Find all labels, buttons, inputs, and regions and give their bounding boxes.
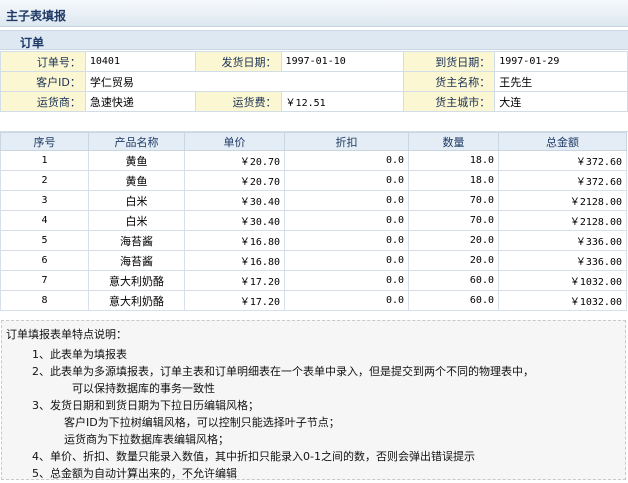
ship-city-field[interactable]: 大连 — [494, 91, 628, 112]
page-title: 主子表填报 — [6, 9, 67, 23]
customer-id-field[interactable]: 学仁贸易 — [84, 71, 405, 92]
detail-header-row: 序号 产品名称 单价 折扣 数量 总金额 — [0, 132, 627, 151]
row-no-cell: 1 — [0, 150, 89, 171]
notes-line: 3、发货日期和到货日期为下拉日历编辑风格； — [32, 399, 259, 412]
shipper-label: 运货商： — [0, 91, 86, 112]
discount-cell[interactable]: 0.0 — [284, 210, 409, 231]
col-header-product: 产品名称 — [88, 132, 185, 151]
qty-cell[interactable]: 70.0 — [408, 210, 499, 231]
order-section-title: 订单 — [20, 36, 45, 50]
row-no-cell: 4 — [0, 210, 89, 231]
qty-cell[interactable]: 18.0 — [408, 170, 499, 191]
product-cell[interactable]: 黄鱼 — [88, 150, 185, 171]
table-row: 5 海苔酱 ￥16.80 0.0 20.0 ￥336.00 — [0, 230, 627, 251]
consignee-field[interactable]: 王先生 — [494, 71, 628, 92]
row-no-cell: 5 — [0, 230, 89, 251]
table-row: 6 海苔酱 ￥16.80 0.0 20.0 ￥336.00 — [0, 250, 627, 271]
product-cell[interactable]: 意大利奶酪 — [88, 270, 185, 291]
total-cell: ￥1032.00 — [498, 270, 627, 291]
price-cell[interactable]: ￥16.80 — [184, 250, 285, 271]
arrive-date-field[interactable]: 1997-01-29 — [494, 51, 628, 72]
notes-line: 2、此表单为多源填报表，订单主表和订单明细表在一个表单中录入，但是提交到两个不同… — [32, 365, 534, 378]
notes-line: 1、此表单为填报表 — [32, 348, 127, 361]
ship-city-label: 货主城市： — [403, 91, 496, 112]
price-cell[interactable]: ￥16.80 — [184, 230, 285, 251]
product-cell[interactable]: 海苔酱 — [88, 230, 185, 251]
table-row: 1 黄鱼 ￥20.70 0.0 18.0 ￥372.60 — [0, 150, 627, 171]
discount-cell[interactable]: 0.0 — [284, 230, 409, 251]
price-cell[interactable]: ￥17.20 — [184, 290, 285, 311]
order-no-field[interactable]: 10401 — [84, 51, 196, 72]
col-header-total: 总金额 — [498, 132, 627, 151]
customer-id-label: 客户ID： — [0, 71, 86, 92]
row-no-cell: 7 — [0, 270, 89, 291]
order-form-row: 运货商： 急速快递 运货费： ￥12.51 货主城市： 大连 — [0, 91, 628, 112]
total-cell: ￥336.00 — [498, 250, 627, 271]
total-cell: ￥2128.00 — [498, 190, 627, 211]
notes-title: 订单填报表单特点说明： — [6, 328, 127, 341]
qty-cell[interactable]: 20.0 — [408, 230, 499, 251]
row-no-cell: 2 — [0, 170, 89, 191]
order-form-row: 客户ID： 学仁贸易 货主名称： 王先生 — [0, 71, 628, 92]
total-cell: ￥2128.00 — [498, 210, 627, 231]
col-header-price: 单价 — [184, 132, 285, 151]
notes-line: 可以保持数据库的事务一致性 — [72, 382, 215, 395]
discount-cell[interactable]: 0.0 — [284, 170, 409, 191]
total-cell: ￥372.60 — [498, 150, 627, 171]
ship-date-label: 发货日期： — [194, 51, 282, 72]
order-no-label: 订单号： — [0, 51, 86, 72]
row-no-cell: 8 — [0, 290, 89, 311]
product-cell[interactable]: 黄鱼 — [88, 170, 185, 191]
product-cell[interactable]: 白米 — [88, 210, 185, 231]
notes-line: 运货商为下拉数据库表编辑风格； — [64, 433, 229, 446]
product-cell[interactable]: 白米 — [88, 190, 185, 211]
notes-line: 5、总金额为自动计算出来的，不允许编辑 — [32, 467, 237, 480]
order-detail-table: 序号 产品名称 单价 折扣 数量 总金额 1 黄鱼 ￥20.70 0.0 18.… — [0, 132, 627, 311]
discount-cell[interactable]: 0.0 — [284, 270, 409, 291]
discount-cell[interactable]: 0.0 — [284, 190, 409, 211]
col-header-no: 序号 — [0, 132, 89, 151]
price-cell[interactable]: ￥30.40 — [184, 190, 285, 211]
product-cell[interactable]: 海苔酱 — [88, 250, 185, 271]
table-row: 2 黄鱼 ￥20.70 0.0 18.0 ￥372.60 — [0, 170, 627, 191]
table-row: 3 白米 ￥30.40 0.0 70.0 ￥2128.00 — [0, 190, 627, 211]
qty-cell[interactable]: 18.0 — [408, 150, 499, 171]
col-header-discount: 折扣 — [284, 132, 409, 151]
shipper-field[interactable]: 急速快递 — [84, 91, 196, 112]
row-no-cell: 3 — [0, 190, 89, 211]
price-cell[interactable]: ￥20.70 — [184, 170, 285, 191]
price-cell[interactable]: ￥30.40 — [184, 210, 285, 231]
page-header: 主子表填报 — [0, 0, 628, 27]
table-row: 7 意大利奶酪 ￥17.20 0.0 60.0 ￥1032.00 — [0, 270, 627, 291]
freight-label: 运货费： — [194, 91, 282, 112]
order-form: 订单号： 10401 发货日期： 1997-01-10 到货日期： 1997-0… — [0, 51, 628, 112]
total-cell: ￥336.00 — [498, 230, 627, 251]
notes-panel: 订单填报表单特点说明： 1、此表单为填报表 2、此表单为多源填报表，订单主表和订… — [1, 320, 626, 480]
notes-line: 客户ID为下拉树编辑风格，可以控制只能选择叶子节点； — [64, 416, 340, 429]
order-section-header: 订单 — [0, 30, 628, 50]
price-cell[interactable]: ￥20.70 — [184, 150, 285, 171]
qty-cell[interactable]: 60.0 — [408, 270, 499, 291]
discount-cell[interactable]: 0.0 — [284, 250, 409, 271]
table-row: 8 意大利奶酪 ￥17.20 0.0 60.0 ￥1032.00 — [0, 290, 627, 311]
order-form-row: 订单号： 10401 发货日期： 1997-01-10 到货日期： 1997-0… — [0, 51, 628, 72]
freight-field[interactable]: ￥12.51 — [280, 91, 405, 112]
row-no-cell: 6 — [0, 250, 89, 271]
consignee-label: 货主名称： — [403, 71, 496, 92]
arrive-date-label: 到货日期： — [403, 51, 496, 72]
col-header-qty: 数量 — [408, 132, 499, 151]
qty-cell[interactable]: 60.0 — [408, 290, 499, 311]
discount-cell[interactable]: 0.0 — [284, 150, 409, 171]
qty-cell[interactable]: 20.0 — [408, 250, 499, 271]
total-cell: ￥372.60 — [498, 170, 627, 191]
ship-date-field[interactable]: 1997-01-10 — [280, 51, 405, 72]
discount-cell[interactable]: 0.0 — [284, 290, 409, 311]
qty-cell[interactable]: 70.0 — [408, 190, 499, 211]
table-row: 4 白米 ￥30.40 0.0 70.0 ￥2128.00 — [0, 210, 627, 231]
notes-line: 4、单价、折扣、数量只能录入数值，其中折扣只能录入0-1之间的数，否则会弹出错误… — [32, 450, 475, 463]
product-cell[interactable]: 意大利奶酪 — [88, 290, 185, 311]
price-cell[interactable]: ￥17.20 — [184, 270, 285, 291]
total-cell: ￥1032.00 — [498, 290, 627, 311]
